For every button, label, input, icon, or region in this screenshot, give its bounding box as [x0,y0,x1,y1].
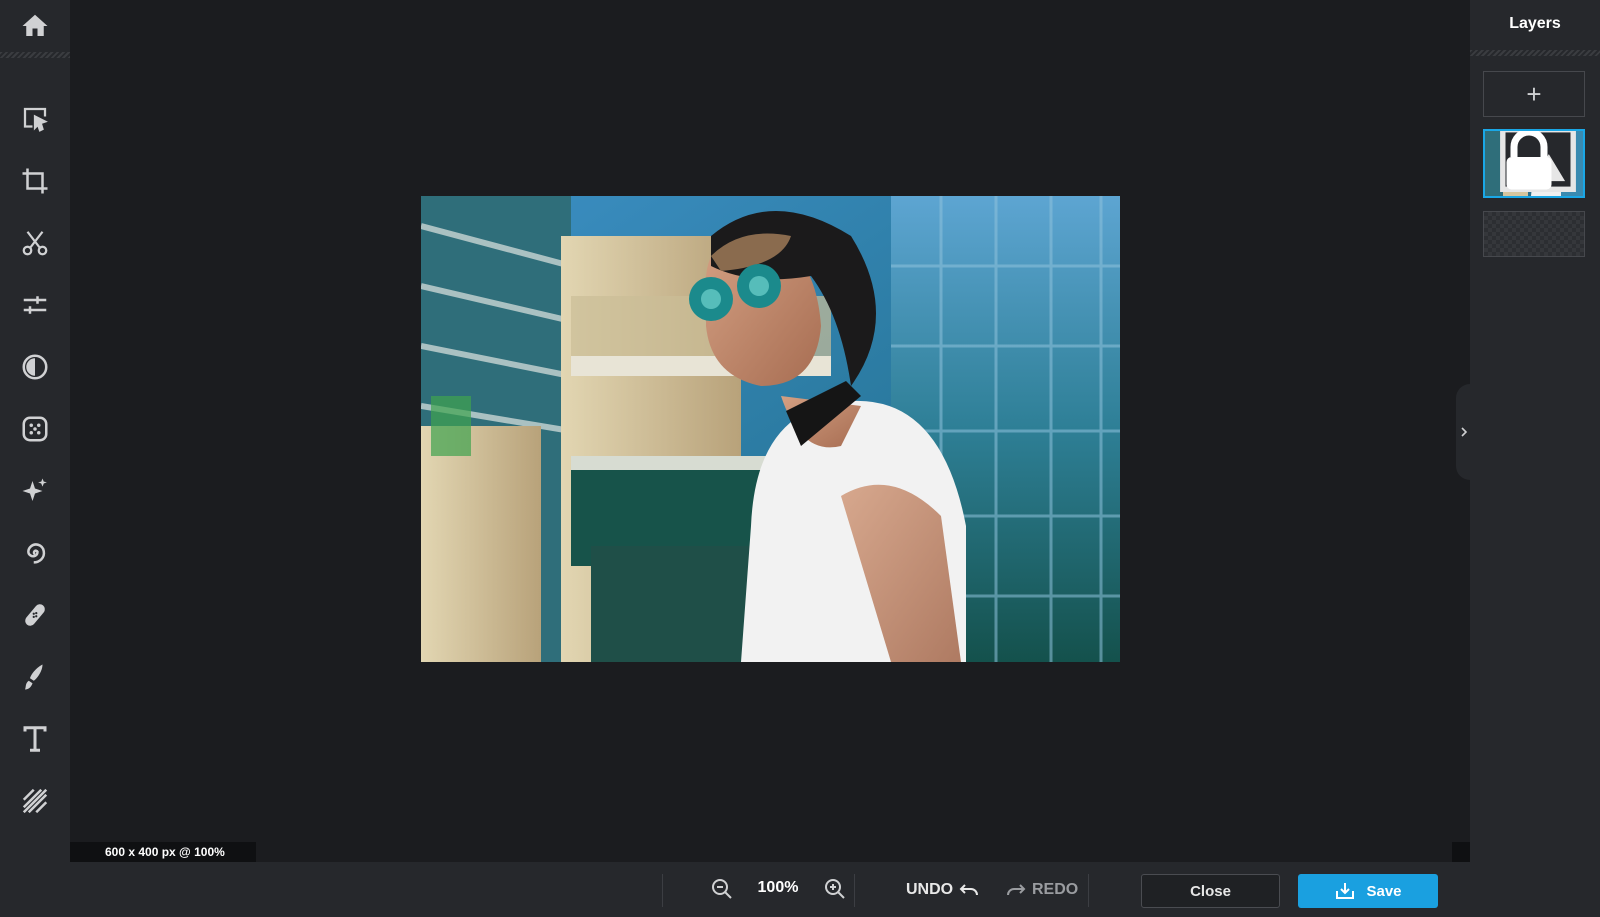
tool-crop[interactable] [0,153,70,209]
layers-panel: Layers + ••• [1470,0,1600,917]
contrast-icon [22,354,48,380]
bottom-divider [1088,874,1089,907]
zoom-level[interactable]: 100% [750,879,806,897]
redo-button[interactable]: REDO [1006,876,1078,904]
tool-draw-effects[interactable] [0,525,70,581]
bottom-bar: 100% UNDO REDO Close Save [70,862,1470,917]
tool-brush[interactable] [0,649,70,705]
tool-adjust[interactable] [0,277,70,333]
layers-title: Layers [1509,15,1561,32]
bottom-divider [854,874,855,907]
chevron-right-icon [1461,427,1468,437]
layers-divider [1470,50,1600,56]
undo-button[interactable]: UNDO [906,876,979,904]
photo-editor-app: 600 x 400 px @ 100% Layers + ••• [0,0,1600,917]
layer-item-photo[interactable]: ••• [1483,129,1585,198]
tool-text[interactable] [0,711,70,767]
redo-label: REDO [1032,881,1079,898]
toolbar-divider [0,52,70,58]
add-layer-button[interactable]: + [1483,71,1585,117]
zoom-in-icon[interactable] [823,877,847,901]
bandage-icon [25,604,45,626]
undo-label: UNDO [906,881,954,898]
brush-icon [25,664,43,690]
close-button[interactable]: Close [1141,874,1280,908]
stripes-icon [22,788,48,814]
tool-heal[interactable] [0,587,70,643]
left-toolbar [0,0,70,917]
save-button[interactable]: Save [1298,874,1438,908]
save-label: Save [1366,882,1402,900]
tool-retouch[interactable] [0,463,70,519]
tool-arrange[interactable] [0,91,70,147]
dots-grid-icon [22,416,48,442]
tool-texture[interactable] [0,773,70,829]
undo-icon [959,884,979,896]
plus-icon: + [1526,78,1542,109]
zoom-out-icon[interactable] [710,877,734,901]
tool-cutout[interactable] [0,215,70,271]
sparkle-icon [22,478,47,501]
swirl-icon [27,543,46,564]
layer-item-empty[interactable] [1483,211,1585,257]
home-button[interactable] [0,0,70,52]
scissors-icon [22,231,48,256]
canvas-area [70,0,1470,862]
download-icon [1336,883,1355,899]
bottom-divider [662,874,663,907]
text-icon [23,726,47,752]
home-icon [22,14,48,36]
photo-image [421,196,1120,662]
redo-icon [1007,884,1026,896]
canvas-corner [1452,842,1470,862]
tool-filters[interactable] [0,401,70,457]
lock-icon[interactable] [1483,129,1578,192]
arrange-cursor-icon [23,107,48,132]
image-info-label: 600 x 400 px @ 100% [70,842,256,862]
tool-effects[interactable] [0,339,70,395]
sliders-icon [23,296,47,314]
crop-icon [22,168,48,194]
canvas-photo[interactable] [421,196,1120,662]
